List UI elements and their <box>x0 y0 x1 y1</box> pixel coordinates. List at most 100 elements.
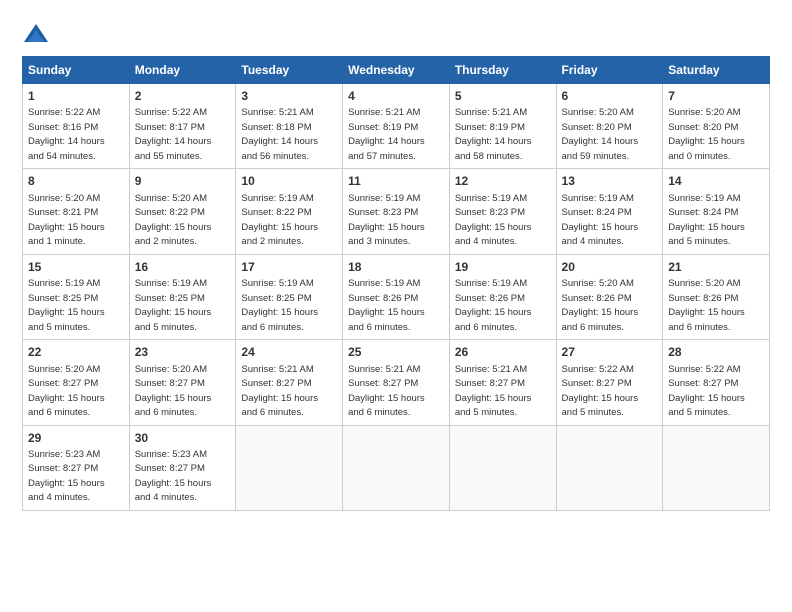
day-number: 12 <box>455 173 551 190</box>
day-number: 3 <box>241 88 337 105</box>
day-info: Sunrise: 5:19 AM Sunset: 8:25 PM Dayligh… <box>241 278 318 333</box>
day-cell: 2Sunrise: 5:22 AM Sunset: 8:17 PM Daylig… <box>129 84 236 169</box>
day-number: 14 <box>668 173 764 190</box>
day-info: Sunrise: 5:19 AM Sunset: 8:22 PM Dayligh… <box>241 193 318 248</box>
day-cell: 19 Sunrise: 5:19 AM Sunset: 8:26 PM Dayli… <box>449 254 556 339</box>
day-cell: 29Sunrise: 5:23 AM Sunset: 8:27 PM Dayli… <box>23 425 130 510</box>
week-row-1: 8 Sunrise: 5:20 AM Sunset: 8:21 PM Daylig… <box>23 169 770 254</box>
day-number: 15 <box>28 259 124 276</box>
day-info: Sunrise: 5:22 AM Sunset: 8:16 PM Dayligh… <box>28 107 105 162</box>
day-info: Sunrise: 5:20 AM Sunset: 8:22 PM Dayligh… <box>135 193 212 248</box>
week-row-0: 1 Sunrise: 5:22 AM Sunset: 8:16 PM Daylig… <box>23 84 770 169</box>
day-cell: 8 Sunrise: 5:20 AM Sunset: 8:21 PM Daylig… <box>23 169 130 254</box>
calendar-table: SundayMondayTuesdayWednesdayThursdayFrid… <box>22 56 770 511</box>
day-number: 10 <box>241 173 337 190</box>
calendar-header: SundayMondayTuesdayWednesdayThursdayFrid… <box>23 57 770 84</box>
day-info: Sunrise: 5:20 AM Sunset: 8:26 PM Dayligh… <box>562 278 639 333</box>
day-number: 24 <box>241 344 337 361</box>
day-cell <box>663 425 770 510</box>
day-cell: 7 Sunrise: 5:20 AM Sunset: 8:20 PM Daylig… <box>663 84 770 169</box>
day-info: Sunrise: 5:19 AM Sunset: 8:23 PM Dayligh… <box>455 193 532 248</box>
logo-icon <box>22 22 50 50</box>
day-cell: 26Sunrise: 5:21 AM Sunset: 8:27 PM Dayli… <box>449 340 556 425</box>
page: SundayMondayTuesdayWednesdayThursdayFrid… <box>0 0 792 612</box>
header-row: SundayMondayTuesdayWednesdayThursdayFrid… <box>23 57 770 84</box>
day-cell: 27 Sunrise: 5:22 AM Sunset: 8:27 PM Dayli… <box>556 340 663 425</box>
day-info: Sunrise: 5:20 AM Sunset: 8:27 PM Dayligh… <box>28 364 105 419</box>
day-info: Sunrise: 5:21 AM Sunset: 8:27 PM Dayligh… <box>241 364 318 419</box>
day-info: Sunrise: 5:20 AM Sunset: 8:21 PM Dayligh… <box>28 193 105 248</box>
day-number: 5 <box>455 88 551 105</box>
header <box>22 18 770 50</box>
day-info: Sunrise: 5:20 AM Sunset: 8:20 PM Dayligh… <box>668 107 745 162</box>
week-row-3: 22 Sunrise: 5:20 AM Sunset: 8:27 PM Dayli… <box>23 340 770 425</box>
day-cell: 16 Sunrise: 5:19 AM Sunset: 8:25 PM Dayli… <box>129 254 236 339</box>
day-cell: 18Sunrise: 5:19 AM Sunset: 8:26 PM Dayli… <box>343 254 450 339</box>
day-info: Sunrise: 5:19 AM Sunset: 8:24 PM Dayligh… <box>562 193 639 248</box>
day-number: 7 <box>668 88 764 105</box>
day-cell: 25 Sunrise: 5:21 AM Sunset: 8:27 PM Dayli… <box>343 340 450 425</box>
col-header-friday: Friday <box>556 57 663 84</box>
day-number: 17 <box>241 259 337 276</box>
day-cell: 9Sunrise: 5:20 AM Sunset: 8:22 PM Daylig… <box>129 169 236 254</box>
day-cell: 13 Sunrise: 5:19 AM Sunset: 8:24 PM Dayli… <box>556 169 663 254</box>
col-header-monday: Monday <box>129 57 236 84</box>
day-number: 29 <box>28 430 124 447</box>
day-cell: 20 Sunrise: 5:20 AM Sunset: 8:26 PM Dayli… <box>556 254 663 339</box>
day-number: 6 <box>562 88 658 105</box>
day-info: Sunrise: 5:19 AM Sunset: 8:25 PM Dayligh… <box>135 278 212 333</box>
day-number: 11 <box>348 173 444 190</box>
day-info: Sunrise: 5:20 AM Sunset: 8:26 PM Dayligh… <box>668 278 745 333</box>
day-cell: 5 Sunrise: 5:21 AM Sunset: 8:19 PM Daylig… <box>449 84 556 169</box>
day-info: Sunrise: 5:21 AM Sunset: 8:19 PM Dayligh… <box>455 107 532 162</box>
day-number: 20 <box>562 259 658 276</box>
day-info: Sunrise: 5:22 AM Sunset: 8:27 PM Dayligh… <box>562 364 639 419</box>
day-cell: 4Sunrise: 5:21 AM Sunset: 8:19 PM Daylig… <box>343 84 450 169</box>
day-number: 25 <box>348 344 444 361</box>
day-number: 4 <box>348 88 444 105</box>
col-header-wednesday: Wednesday <box>343 57 450 84</box>
day-info: Sunrise: 5:19 AM Sunset: 8:25 PM Dayligh… <box>28 278 105 333</box>
day-number: 21 <box>668 259 764 276</box>
day-cell: 28Sunrise: 5:22 AM Sunset: 8:27 PM Dayli… <box>663 340 770 425</box>
week-row-2: 15 Sunrise: 5:19 AM Sunset: 8:25 PM Dayli… <box>23 254 770 339</box>
day-info: Sunrise: 5:21 AM Sunset: 8:27 PM Dayligh… <box>348 364 425 419</box>
day-number: 16 <box>135 259 231 276</box>
day-info: Sunrise: 5:22 AM Sunset: 8:17 PM Dayligh… <box>135 107 212 162</box>
day-cell: 22 Sunrise: 5:20 AM Sunset: 8:27 PM Dayli… <box>23 340 130 425</box>
day-cell: 12 Sunrise: 5:19 AM Sunset: 8:23 PM Dayli… <box>449 169 556 254</box>
day-info: Sunrise: 5:20 AM Sunset: 8:27 PM Dayligh… <box>135 364 212 419</box>
col-header-tuesday: Tuesday <box>236 57 343 84</box>
day-cell: 21 Sunrise: 5:20 AM Sunset: 8:26 PM Dayli… <box>663 254 770 339</box>
day-cell: 24 Sunrise: 5:21 AM Sunset: 8:27 PM Dayli… <box>236 340 343 425</box>
day-info: Sunrise: 5:21 AM Sunset: 8:18 PM Dayligh… <box>241 107 318 162</box>
day-number: 1 <box>28 88 124 105</box>
day-cell: 30Sunrise: 5:23 AM Sunset: 8:27 PM Dayli… <box>129 425 236 510</box>
day-info: Sunrise: 5:20 AM Sunset: 8:20 PM Dayligh… <box>562 107 639 162</box>
day-info: Sunrise: 5:23 AM Sunset: 8:27 PM Dayligh… <box>135 449 212 504</box>
day-number: 19 <box>455 259 551 276</box>
day-info: Sunrise: 5:19 AM Sunset: 8:24 PM Dayligh… <box>668 193 745 248</box>
day-cell <box>236 425 343 510</box>
day-number: 27 <box>562 344 658 361</box>
day-info: Sunrise: 5:19 AM Sunset: 8:23 PM Dayligh… <box>348 193 425 248</box>
day-number: 8 <box>28 173 124 190</box>
day-info: Sunrise: 5:19 AM Sunset: 8:26 PM Dayligh… <box>455 278 532 333</box>
col-header-thursday: Thursday <box>449 57 556 84</box>
calendar-body: 1 Sunrise: 5:22 AM Sunset: 8:16 PM Daylig… <box>23 84 770 511</box>
day-cell: 3 Sunrise: 5:21 AM Sunset: 8:18 PM Daylig… <box>236 84 343 169</box>
day-cell: 14 Sunrise: 5:19 AM Sunset: 8:24 PM Dayli… <box>663 169 770 254</box>
day-cell <box>449 425 556 510</box>
day-cell: 15 Sunrise: 5:19 AM Sunset: 8:25 PM Dayli… <box>23 254 130 339</box>
day-number: 18 <box>348 259 444 276</box>
day-cell: 1 Sunrise: 5:22 AM Sunset: 8:16 PM Daylig… <box>23 84 130 169</box>
day-number: 26 <box>455 344 551 361</box>
day-number: 13 <box>562 173 658 190</box>
day-info: Sunrise: 5:22 AM Sunset: 8:27 PM Dayligh… <box>668 364 745 419</box>
day-cell: 11 Sunrise: 5:19 AM Sunset: 8:23 PM Dayli… <box>343 169 450 254</box>
day-cell: 6 Sunrise: 5:20 AM Sunset: 8:20 PM Daylig… <box>556 84 663 169</box>
logo <box>22 22 54 50</box>
day-number: 22 <box>28 344 124 361</box>
day-cell: 17 Sunrise: 5:19 AM Sunset: 8:25 PM Dayli… <box>236 254 343 339</box>
day-cell <box>556 425 663 510</box>
